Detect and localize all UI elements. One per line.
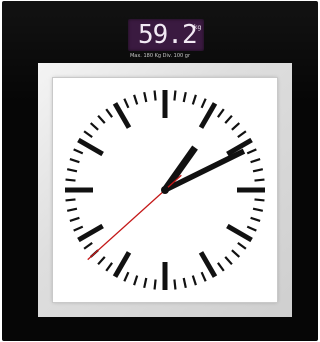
minute-tick [254,198,265,202]
minute-tick [83,130,93,138]
weight-display: 59.2 kg [128,19,204,51]
minute-tick [191,275,197,286]
minute-tick [69,216,80,222]
minute-tick [69,158,80,164]
minute-tick [83,242,93,250]
minute-tick [246,148,257,155]
minute-tick [182,91,187,103]
minute-tick [66,207,78,212]
clock-dial [65,90,265,290]
minute-tick [143,277,148,289]
minute-tick [65,198,76,202]
minute-tick [237,130,247,138]
minute-tick [133,94,139,105]
minute-tick [173,90,177,101]
minute-tick [231,122,241,131]
center-hub [161,186,169,194]
weight-value: 59.2 [138,20,198,50]
minute-tick [66,168,78,173]
minute-tick [73,148,84,155]
minute-tick [89,122,99,131]
minute-tick [133,275,139,286]
minute-tick [217,262,225,272]
minute-tick [246,225,257,232]
minute-tick [97,114,106,124]
minute-tick [191,94,197,105]
minute-tick [224,256,233,266]
minute-tick [200,271,207,282]
minute-tick [200,98,207,109]
minute-tick [224,114,233,124]
minute-tick [153,90,157,101]
minute-tick [123,98,130,109]
minute-tick [252,207,264,212]
minute-tick [73,225,84,232]
weight-unit: kg [194,24,202,31]
minute-tick [105,262,113,272]
minute-tick [217,108,225,118]
capacity-label: Max. 180 Kg Div. 100 gr [129,53,191,59]
minute-tick [65,178,76,182]
minute-tick [237,242,247,250]
minute-tick [173,279,177,290]
minute-tick [182,277,187,289]
minute-tick [250,158,261,164]
minute-tick [105,108,113,118]
minute-tick [250,216,261,222]
minute-tick [252,168,264,173]
minute-tick [97,256,106,266]
minute-tick [254,178,265,182]
minute-tick [123,271,130,282]
minute-tick [143,91,148,103]
minute-tick [231,249,241,258]
minute-tick [153,279,157,290]
